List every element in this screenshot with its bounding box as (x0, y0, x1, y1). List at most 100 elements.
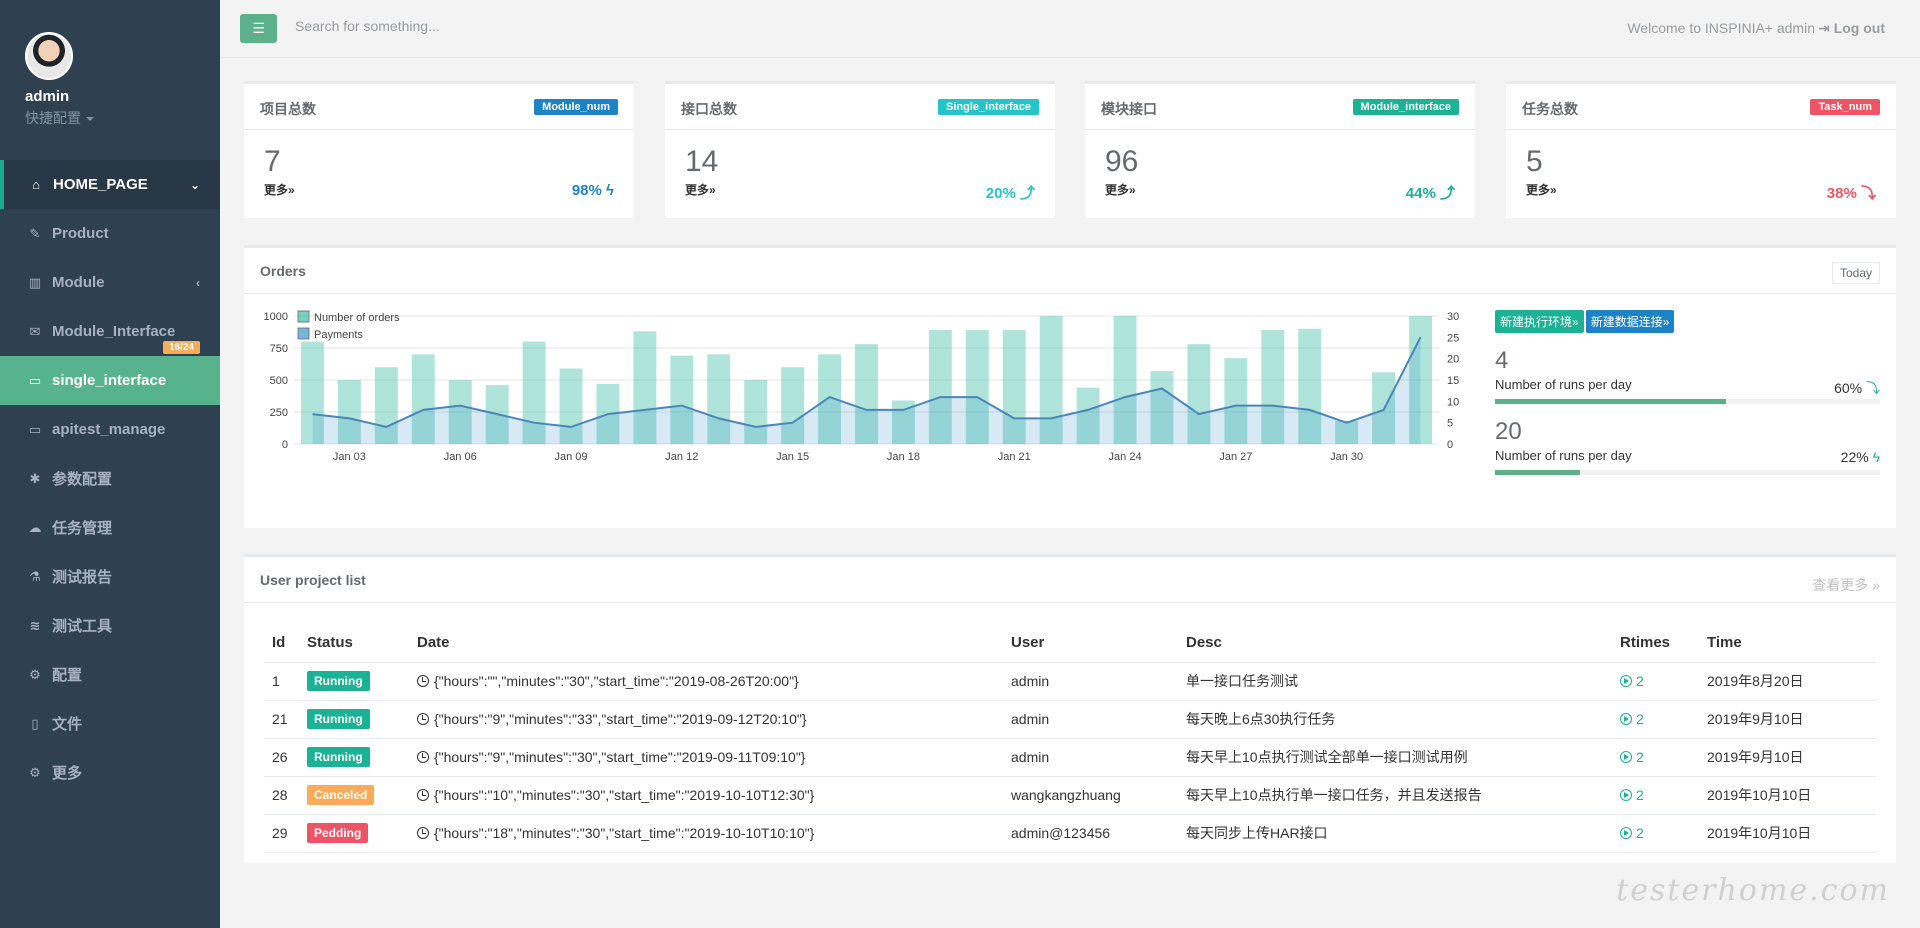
sidebar-item-label: 测试报告 (52, 569, 113, 586)
stat-card-header: 项目总数 Module_num (244, 84, 634, 130)
orders-header: Orders Today (244, 248, 1896, 294)
clock-icon (417, 675, 429, 687)
cell-rtimes[interactable]: 2 (1612, 776, 1699, 815)
cell-desc: 每天同步上传HAR接口 (1178, 814, 1612, 853)
sidebar-item-product[interactable]: ✎ Product (0, 209, 220, 258)
envelope-icon: ✉ (29, 323, 41, 339)
y-left-tick-label: 500 (270, 375, 288, 387)
menu-toggle-button[interactable]: ☰ (240, 14, 277, 43)
table-row[interactable]: 21 Running {"hours":"9","minutes":"33","st… (264, 700, 1876, 739)
sidebar-item-home-page[interactable]: ⌂ HOME_PAGE ⌄ (0, 160, 220, 209)
cell-status: Running (299, 662, 409, 701)
sidebar-item-apitest-manage[interactable]: ▭ apitest_manage (0, 405, 220, 454)
stat-label: Module_interface (1352, 99, 1459, 115)
search-input[interactable] (295, 18, 695, 34)
stat-percent: 44% ⤴ (1406, 182, 1455, 203)
stat-card-interfaces: 接口总数 Single_interface 14 更多» 20% ⤴ (665, 81, 1055, 218)
folder-open-icon: ▭ (28, 421, 42, 437)
sidebar-item-label: Module (52, 274, 105, 291)
welcome-text: Welcome to INSPINIA+ admin (1627, 20, 1815, 36)
view-more-link[interactable]: 查看更多 » (1812, 575, 1880, 595)
sidebar-item-module[interactable]: ▥ Module ‹ (0, 258, 220, 307)
stat-title: 接口总数 (681, 101, 737, 117)
cell-rtimes[interactable]: 2 (1612, 662, 1699, 701)
orders-side-stats: 新建执行环境» 新建数据连接» 4 Number of runs per day … (1495, 310, 1880, 475)
avatar[interactable] (25, 32, 73, 80)
progress-bar (1495, 470, 1880, 475)
stat-card-header: 接口总数 Single_interface (665, 84, 1055, 130)
stat-value: 14 (685, 145, 719, 178)
project-list-title: User project list (260, 572, 366, 588)
logout-link[interactable]: ⇥ Log out (1818, 20, 1885, 37)
y-right-tick-label: 25 (1447, 332, 1459, 344)
cell-status: Running (299, 700, 409, 739)
cell-date: {"hours":"9","minutes":"33","start_time"… (409, 700, 1003, 739)
cell-date: {"hours":"18","minutes":"30","start_time… (409, 814, 1003, 853)
col-date: Date (409, 624, 1003, 663)
runs-value: 20 (1495, 418, 1522, 445)
sign-out-icon: ⇥ (1818, 20, 1834, 36)
sidebar-item-params[interactable]: ✱ 参数配置 (0, 454, 220, 503)
legend-swatch (297, 310, 310, 323)
cell-time: 2019年9月10日 (1699, 738, 1876, 777)
stat-percent-value: 98% (571, 182, 602, 199)
date-value: {"hours":"","minutes":"30","start_time":… (434, 673, 799, 689)
x-tick-label: Jan 30 (1330, 451, 1363, 463)
stat-percent: 38% ⤵ (1827, 182, 1876, 203)
clock-icon (417, 713, 429, 725)
stat-percent-value: 44% (1405, 185, 1436, 202)
cell-rtimes[interactable]: 2 (1612, 738, 1699, 777)
view-more-label: 查看更多 (1812, 577, 1869, 593)
shortcut-dropdown[interactable]: 快捷配置 (25, 108, 220, 128)
sidebar-item-tools[interactable]: ≋ 测试工具 (0, 601, 220, 650)
file-icon: ▯ (31, 715, 39, 731)
col-desc: Desc (1178, 624, 1612, 663)
stat-value: 7 (264, 145, 281, 178)
table-row[interactable]: 26 Running {"hours":"9","minutes":"30","st… (264, 738, 1876, 777)
date-value: {"hours":"9","minutes":"30","start_time"… (434, 749, 806, 765)
profile: admin 快捷配置 (0, 0, 220, 160)
status-badge: Running (307, 671, 370, 691)
chevron-down-icon: ⌄ (189, 177, 200, 192)
table-row[interactable]: 1 Running {"hours":"","minutes":"30","star… (264, 662, 1876, 701)
cell-rtimes[interactable]: 2 (1612, 814, 1699, 853)
clock-icon (417, 827, 429, 839)
runs-percent-value: 60% (1834, 380, 1863, 396)
sidebar-item-label: apitest_manage (52, 421, 166, 438)
date-value: {"hours":"9","minutes":"33","start_time"… (434, 711, 807, 727)
y-left-tick-label: 0 (282, 439, 288, 451)
y-right-tick-label: 15 (1447, 375, 1459, 387)
cell-id: 28 (264, 776, 299, 815)
cell-rtimes[interactable]: 2 (1612, 700, 1699, 739)
sidebar-item-more[interactable]: ⚙ 更多 (0, 748, 220, 797)
cell-id: 29 (264, 814, 299, 853)
sidebar-item-tasks[interactable]: ☁ 任务管理 (0, 503, 220, 552)
date-value: {"hours":"18","minutes":"30","start_time… (434, 825, 815, 841)
table-row[interactable]: 29 Pedding {"hours":"18","minutes":"30","s… (264, 814, 1876, 853)
col-status: Status (299, 624, 409, 663)
legend-label: Number of orders (314, 312, 400, 324)
new-data-conn-button[interactable]: 新建数据连接» (1585, 310, 1675, 333)
sidebar-item-config[interactable]: ⚙ 配置 (0, 650, 220, 699)
progress-fill (1495, 470, 1580, 475)
sidebar-item-files[interactable]: ▯ 文件 (0, 699, 220, 748)
stat-card-module-interfaces: 模块接口 Module_interface 96 更多» 44% ⤴ (1085, 81, 1475, 218)
sidebar-item-label: HOME_PAGE (53, 176, 148, 193)
sidebar-item-single-interface[interactable]: ▭ single_interface (0, 356, 220, 405)
cell-status: Pedding (299, 814, 409, 853)
new-env-button[interactable]: 新建执行环境» (1495, 310, 1584, 333)
rtimes-value: 2 (1636, 749, 1644, 765)
sidebar-item-label: 任务管理 (52, 520, 113, 537)
x-tick-label: Jan 18 (887, 451, 920, 463)
progress-bar (1495, 399, 1880, 404)
table-row[interactable]: 28 Canceled {"hours":"10","minutes":"30","… (264, 776, 1876, 815)
x-tick-label: Jan 09 (555, 451, 588, 463)
sidebar-item-reports[interactable]: ⚗ 测试报告 (0, 552, 220, 601)
sidebar-item-module-interface[interactable]: ✉ Module_Interface 16/24 (0, 307, 220, 356)
home-icon: ⌂ (32, 177, 40, 192)
rtimes-value: 2 (1636, 825, 1644, 841)
today-button[interactable]: Today (1831, 262, 1880, 284)
col-id: Id (264, 624, 299, 663)
cell-user: wangkangzhuang (1003, 776, 1178, 815)
cell-status: Running (299, 738, 409, 777)
